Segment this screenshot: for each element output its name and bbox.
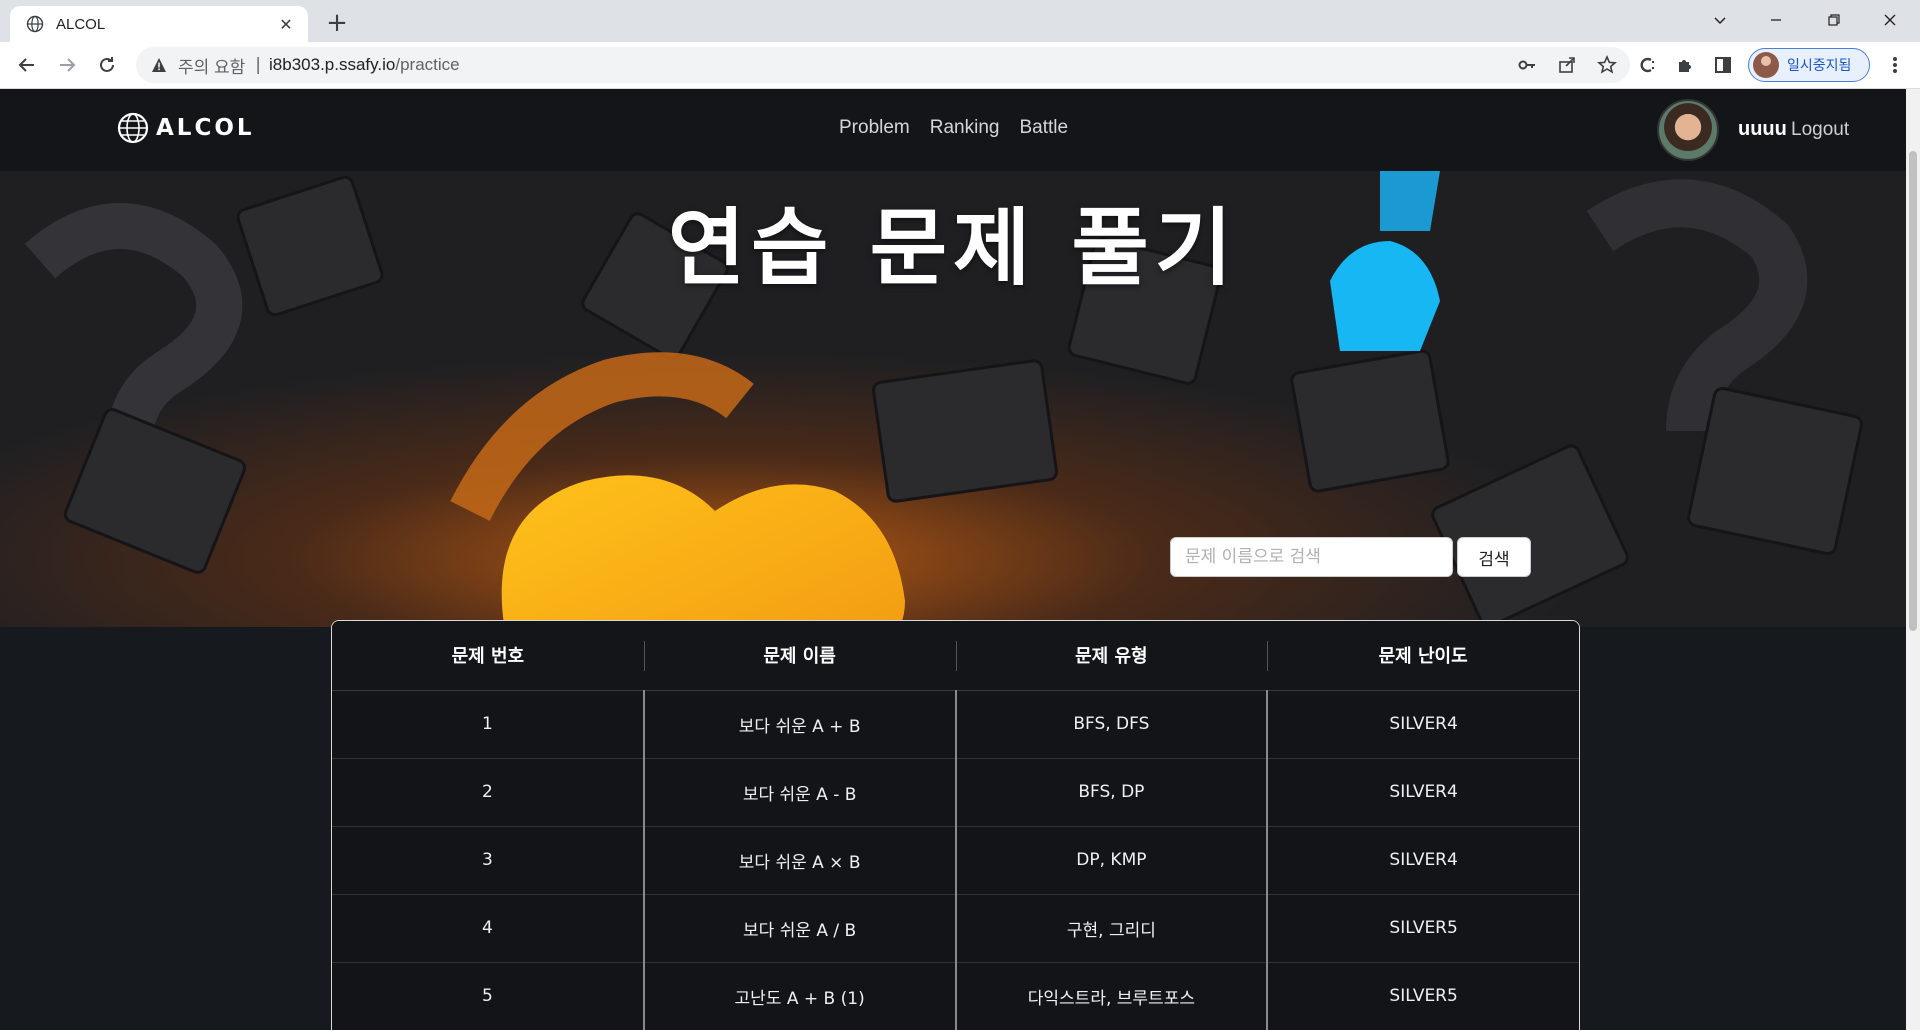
minimize-icon[interactable]	[1748, 0, 1804, 40]
nav-link-problem[interactable]: Problem	[839, 117, 910, 139]
tab-title: ALCOL	[56, 15, 106, 33]
problem-level: SILVER5	[1266, 962, 1579, 1030]
problem-number: 1	[332, 690, 644, 759]
username: uuuu	[1738, 118, 1787, 140]
problem-type: DP, KMP	[954, 826, 1268, 895]
column-header-number[interactable]: 문제 번호	[332, 621, 644, 691]
problem-number: 3	[332, 826, 644, 895]
browser-tab-strip: ALCOL ✕ +	[0, 0, 1920, 42]
address-bar[interactable]: 주의 요함 | i8b303.p.ssafy.io/practice	[136, 47, 1630, 83]
forward-arrow-icon[interactable]	[52, 50, 82, 80]
profile-button[interactable]: 일시중지됨	[1748, 48, 1870, 82]
kebab-menu-icon[interactable]	[1882, 52, 1908, 78]
problem-name[interactable]: 보다 쉬운 A / B	[642, 894, 956, 963]
table-row[interactable]: 1 보다 쉬운 A + B BFS, DFS SILVER4	[332, 690, 1579, 759]
side-panel-icon[interactable]	[1710, 52, 1736, 78]
hero-banner: 연습 문제 풀기 검색	[0, 171, 1906, 627]
warning-icon[interactable]	[150, 56, 168, 74]
problem-number: 5	[332, 962, 644, 1030]
page-title: 연습 문제 풀기	[667, 199, 1239, 297]
problem-type: BFS, DFS	[954, 690, 1268, 759]
globe-logo-icon	[117, 112, 149, 144]
profile-status-label: 일시중지됨	[1787, 58, 1852, 74]
problem-level: SILVER5	[1266, 894, 1579, 963]
site-navbar: ALCOL Problem Ranking Battle uuuu Logout	[0, 89, 1906, 171]
column-header-name[interactable]: 문제 이름	[643, 621, 956, 691]
divider: |	[255, 55, 262, 75]
globe-icon	[24, 13, 46, 35]
star-icon[interactable]	[1594, 52, 1620, 78]
site-logo[interactable]: ALCOL	[116, 111, 255, 145]
problem-number: 2	[332, 758, 644, 827]
problem-table: 문제 번호 문제 이름 문제 유형 문제 난이도 1 보다 쉬운 A + B B…	[331, 620, 1580, 1030]
problem-number: 4	[332, 894, 644, 963]
problem-level: SILVER4	[1266, 758, 1579, 827]
problem-name[interactable]: 보다 쉬운 A - B	[642, 758, 956, 827]
page-content: ALCOL Problem Ranking Battle uuuu Logout	[0, 89, 1906, 1030]
problem-level: SILVER4	[1266, 690, 1579, 759]
user-avatar[interactable]	[1657, 99, 1719, 161]
table-row[interactable]: 5 고난도 A + B (1) 다익스트라, 브루트포스 SILVER5	[332, 962, 1579, 1030]
url-host: i8b303.p.ssafy.io	[269, 55, 396, 74]
table-row[interactable]: 2 보다 쉬운 A - B BFS, DP SILVER4	[332, 758, 1579, 827]
share-icon[interactable]	[1554, 52, 1580, 78]
nav-link-ranking[interactable]: Ranking	[930, 117, 1000, 139]
problem-type: 다익스트라, 브루트포스	[954, 962, 1268, 1030]
profile-avatar	[1753, 52, 1779, 78]
close-icon[interactable]: ✕	[276, 14, 296, 34]
nav-link-battle[interactable]: Battle	[1019, 117, 1068, 139]
column-header-type[interactable]: 문제 유형	[955, 621, 1268, 691]
extension-c-icon[interactable]	[1634, 52, 1660, 78]
problem-search-input[interactable]	[1170, 537, 1453, 577]
logo-text: ALCOL	[156, 115, 255, 141]
logout-link[interactable]: Logout	[1791, 119, 1849, 141]
table-header-row: 문제 번호 문제 이름 문제 유형 문제 난이도	[332, 621, 1579, 691]
browser-toolbar: 주의 요함 | i8b303.p.ssafy.io/practice 일시중지됨	[0, 42, 1920, 89]
window-close-icon[interactable]	[1862, 0, 1918, 40]
problem-name[interactable]: 고난도 A + B (1)	[642, 962, 956, 1030]
problem-type: BFS, DP	[954, 758, 1268, 827]
search-button[interactable]: 검색	[1457, 537, 1531, 577]
chevron-down-icon[interactable]	[1692, 0, 1748, 40]
url-path: /practice	[395, 55, 460, 74]
scrollbar-thumb[interactable]	[1909, 151, 1917, 631]
table-row[interactable]: 3 보다 쉬운 A × B DP, KMP SILVER4	[332, 826, 1579, 895]
browser-tab[interactable]: ALCOL ✕	[10, 6, 308, 42]
security-warning-label: 주의 요함	[178, 57, 246, 77]
restore-icon[interactable]	[1806, 0, 1862, 40]
key-icon[interactable]	[1514, 52, 1540, 78]
table-row[interactable]: 4 보다 쉬운 A / B 구현, 그리디 SILVER5	[332, 894, 1579, 963]
problem-type: 구현, 그리디	[954, 894, 1268, 963]
main-menu: Problem Ranking Battle	[839, 117, 1068, 139]
column-header-level[interactable]: 문제 난이도	[1267, 621, 1579, 691]
puzzle-icon[interactable]	[1672, 52, 1698, 78]
new-tab-button[interactable]: +	[322, 8, 352, 38]
url-text[interactable]: i8b303.p.ssafy.io/practice	[269, 55, 460, 75]
back-arrow-icon[interactable]	[12, 50, 42, 80]
problem-name[interactable]: 보다 쉬운 A + B	[642, 690, 956, 759]
reload-icon[interactable]	[92, 50, 122, 80]
problem-level: SILVER4	[1266, 826, 1579, 895]
page-scrollbar[interactable]	[1906, 89, 1920, 1030]
problem-name[interactable]: 보다 쉬운 A × B	[642, 826, 956, 895]
